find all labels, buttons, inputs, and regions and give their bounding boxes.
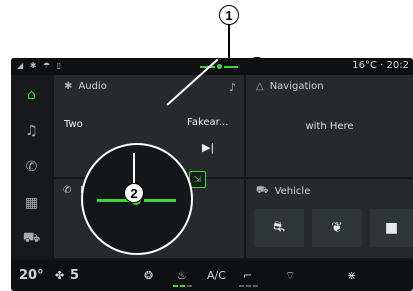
driver-temperature[interactable]: 20°: [19, 260, 44, 291]
status-icons: ◢ ✱ ☂ ▯: [17, 61, 64, 70]
fan-speed[interactable]: 5: [70, 260, 79, 291]
track-artist: Fakear...: [187, 117, 229, 128]
music-icon[interactable]: ♫: [11, 113, 52, 149]
navigation-arrow-icon: △: [256, 81, 264, 92]
home-icon[interactable]: ⌂: [11, 77, 52, 113]
steering-heat-level: [239, 285, 258, 287]
climate-bar: 20° ✤ 5 ❂ ♨ A/C ⌐ ⌔ ⋇: [11, 260, 413, 291]
rear-climate-icon[interactable]: ⋇: [347, 260, 356, 291]
ac-button[interactable]: A/C: [207, 260, 226, 291]
fan-icon[interactable]: ✤: [55, 260, 64, 291]
eco-button[interactable]: ❦: [312, 209, 362, 247]
phone-icon[interactable]: ✆: [11, 149, 52, 185]
vehicle-widget[interactable]: ⛟ Vehicle ⛐ ❦ ■: [246, 179, 413, 258]
infotainment-screen: ◢ ✱ ☂ ▯ 16°C · 20:2 ⌂ ♫ ✆ ▦ ⛟ ✱ Audio ♪ …: [11, 58, 413, 291]
track-title: Two: [64, 119, 83, 130]
left-nav-rail: ⌂ ♫ ✆ ▦ ⛟: [11, 75, 52, 258]
source-switch-icon[interactable]: ♪: [229, 81, 236, 94]
camera-icon: ■: [384, 220, 399, 236]
navigation-widget[interactable]: △ Navigation with Here: [246, 75, 413, 177]
callout-2: 2: [124, 183, 144, 203]
auto-climate-icon[interactable]: ❂: [144, 260, 153, 291]
navigation-title: △ Navigation: [256, 81, 324, 92]
status-bar: ◢ ✱ ☂ ▯ 16°C · 20:2: [11, 58, 413, 75]
vehicle-icon: ⛟: [256, 185, 269, 196]
seat-heat-level: [173, 285, 192, 287]
car-icon[interactable]: ⛟: [11, 221, 52, 257]
defrost-icon[interactable]: ⌔: [285, 260, 295, 291]
temperature-time: 16°C · 20:2: [352, 60, 409, 71]
driving-assist-button[interactable]: ⛐: [254, 209, 304, 247]
phone-widget-icon: ✆: [63, 185, 72, 196]
play-next-icon[interactable]: ▶|: [202, 141, 214, 154]
apps-icon[interactable]: ▦: [11, 185, 52, 221]
lane-assist-icon: ⛐: [272, 219, 286, 235]
leaf-icon: ❦: [331, 220, 343, 236]
bluetooth-icon: ✱: [64, 81, 73, 92]
callout-1: 1: [219, 5, 239, 25]
audio-title: ✱ Audio: [64, 81, 107, 92]
callout-2-leader: [133, 153, 135, 185]
settings-toggle-icon: ⇲: [193, 174, 202, 185]
camera-button[interactable]: ■: [370, 209, 413, 247]
vehicle-title: ⛟ Vehicle: [256, 185, 311, 197]
navigation-provider: with Here: [305, 121, 354, 132]
